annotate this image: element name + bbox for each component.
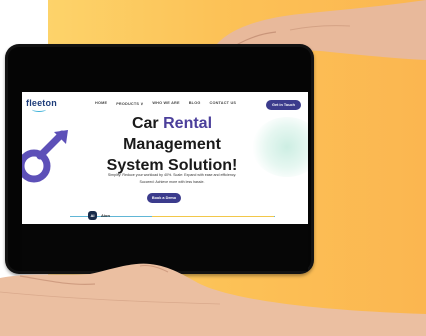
nav-menu: HOME PRODUCTS ∨ WHO WE ARE BLOG CONTACT … xyxy=(95,101,236,109)
tablet-screen: fleeton HOME PRODUCTS ∨ WHO WE ARE BLOG … xyxy=(22,92,308,224)
aion-badge[interactable]: AI xyxy=(88,211,97,220)
nav-blog[interactable]: BLOG xyxy=(189,101,201,109)
site-navbar: fleeton HOME PRODUCTS ∨ WHO WE ARE BLOG … xyxy=(22,92,308,114)
logo-swoosh-icon xyxy=(32,107,46,112)
headline-line-2: Management xyxy=(123,136,221,153)
photo-scene: fleeton HOME PRODUCTS ∨ WHO WE ARE BLOG … xyxy=(0,0,426,336)
headline-line-1: Car Rental xyxy=(82,113,262,134)
bottom-hand xyxy=(0,263,426,336)
aion-label: Aion xyxy=(101,213,110,218)
hero-headline: Car Rental Management System Solution! xyxy=(82,113,262,176)
nav-products[interactable]: PRODUCTS ∨ xyxy=(116,101,143,109)
subheading-simplify: Simplify: Reduce your workload by 40%. S… xyxy=(107,173,237,177)
subheading-succeed: Succeed: Achieve more with less hassle. xyxy=(139,180,205,184)
brand-mark-icon xyxy=(22,130,68,183)
headline-accent: Rental xyxy=(163,115,213,132)
nav-home[interactable]: HOME xyxy=(95,101,107,109)
get-in-touch-button[interactable]: Get in Touch xyxy=(266,100,301,110)
headline-prefix: Car xyxy=(131,115,159,132)
section-divider-accent xyxy=(152,216,274,217)
nav-contact[interactable]: CONTACT US xyxy=(210,101,237,109)
nav-who-we-are[interactable]: WHO WE ARE xyxy=(152,101,179,109)
book-demo-button[interactable]: Book a Demo xyxy=(147,193,181,203)
